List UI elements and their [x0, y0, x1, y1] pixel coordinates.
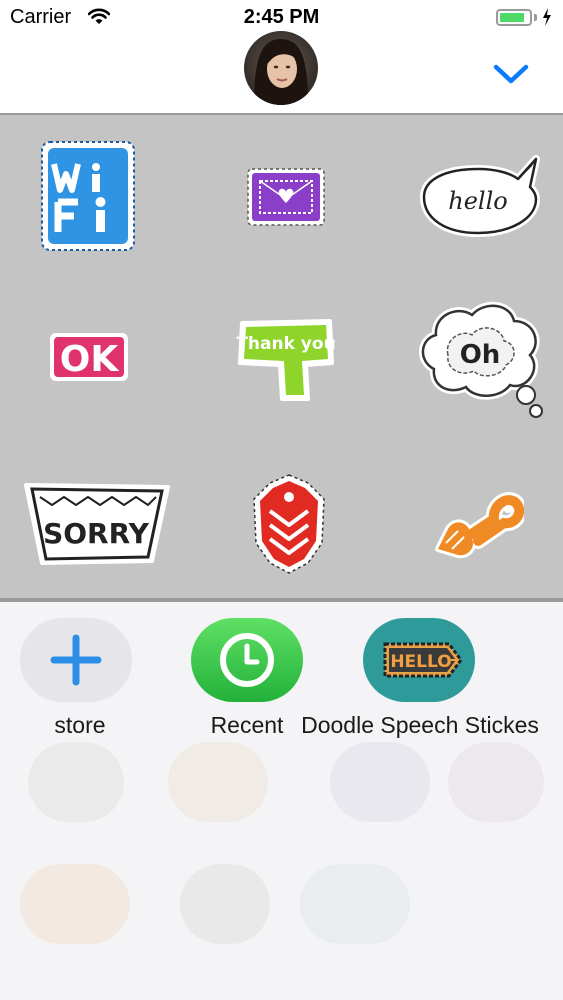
clock: 2:45 PM — [243, 6, 320, 28]
avatar[interactable] — [244, 31, 318, 105]
hello-bubble-sticker[interactable]: hello — [416, 153, 548, 239]
recent-label: Recent — [210, 712, 284, 738]
sorry-sticker[interactable]: SORRY — [24, 481, 170, 567]
thank-you-sticker[interactable]: Thank you — [236, 313, 336, 403]
ghost-app-icon — [180, 864, 270, 944]
ghost-app-icon — [330, 742, 430, 822]
app-drawer: store Recent HELLO Doodle Speech Stickes — [0, 602, 563, 1000]
hello-text: hello — [448, 187, 507, 215]
ok-text: OK — [60, 339, 120, 380]
ghost-app-icon — [448, 742, 544, 822]
battery-nub — [534, 14, 537, 21]
recent-button[interactable] — [191, 618, 303, 702]
doodle-speech-stickers-button[interactable]: HELLO — [363, 618, 475, 702]
ghost-app-icon — [28, 742, 124, 822]
battery-level — [500, 13, 524, 22]
contact-photo-icon — [244, 31, 318, 105]
charging-bolt-icon — [543, 8, 551, 26]
ok-sticker[interactable]: OK — [48, 329, 130, 385]
ghost-app-icon — [300, 864, 410, 944]
plus-icon — [50, 634, 102, 686]
thank-you-text: Thank you — [236, 334, 335, 354]
battery-icon — [496, 9, 532, 26]
sorry-text: SORRY — [43, 517, 150, 550]
sticker-grid: hello OK Thank you Oh SORRY — [0, 115, 563, 599]
doodle-speech-stickers-label: Doodle Speech Stickes — [301, 712, 539, 738]
ghost-app-icon — [20, 864, 130, 944]
clock-icon — [220, 633, 274, 687]
store-button[interactable] — [20, 618, 132, 702]
oh-text: Oh — [460, 340, 501, 370]
wifi-sticker[interactable] — [40, 140, 136, 252]
conversation-header — [0, 31, 563, 115]
hello-sign-icon: HELLO — [383, 642, 463, 678]
ghost-app-icon — [168, 742, 268, 822]
store-label: store — [54, 712, 106, 738]
key-sticker[interactable] — [432, 491, 524, 561]
oh-cloud-sticker[interactable]: Oh — [414, 299, 548, 425]
chevrons-sticker[interactable] — [250, 473, 328, 575]
svg-text:HELLO: HELLO — [390, 652, 451, 672]
heart-envelope-sticker[interactable] — [246, 167, 326, 227]
chevron-down-icon[interactable] — [492, 62, 530, 86]
